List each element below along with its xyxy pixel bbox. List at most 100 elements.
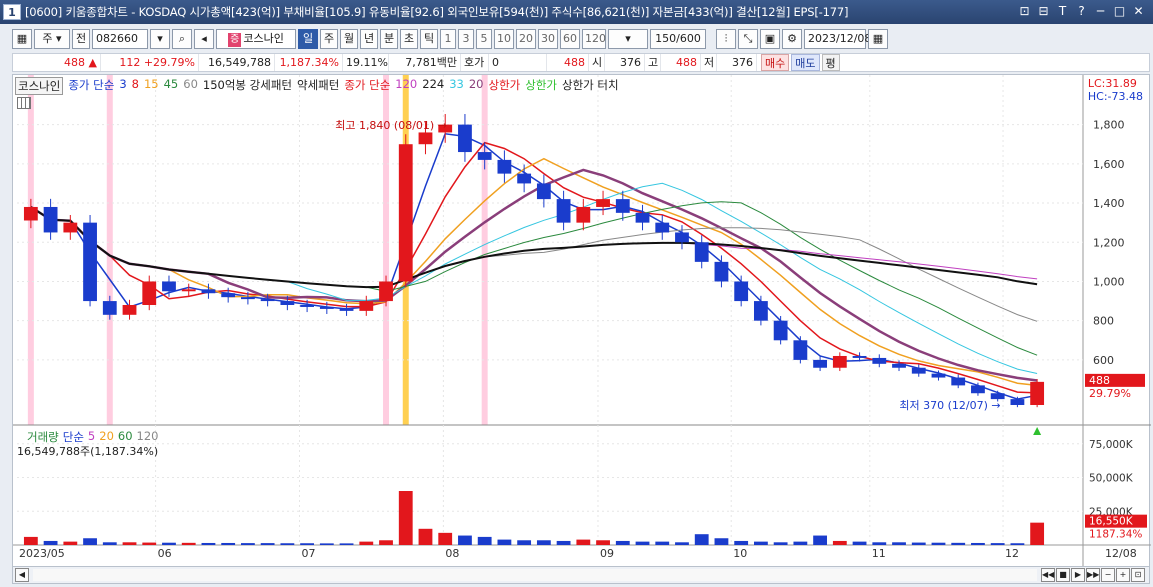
font-icon[interactable]: T — [1054, 3, 1071, 20]
min-price-label: 최저 370 (12/07) → — [899, 399, 1000, 412]
layout-icon[interactable]: ⊟ — [1035, 3, 1052, 20]
interval-30[interactable]: 30 — [538, 29, 558, 49]
tab-day[interactable]: 일 — [298, 29, 318, 49]
legend-pattern-bull: 150억봉 강세패턴 — [202, 78, 292, 92]
minimize-icon[interactable]: ─ — [1092, 3, 1109, 20]
candle-body — [398, 144, 413, 282]
time-tick-label: 06 — [158, 547, 172, 560]
interval-10[interactable]: 10 — [494, 29, 514, 49]
candle-body — [319, 306, 334, 309]
dropdown-icon[interactable]: ▾ — [150, 29, 170, 49]
legend-pattern-bear: 약세패턴 — [296, 78, 340, 92]
volume-bar — [43, 540, 58, 545]
candle-body — [655, 222, 670, 233]
window-titlebar: 1 [0600] 키움종합차트 - KOSDAQ 시가총액[423(억)] 부채… — [0, 0, 1153, 24]
volume-bar — [398, 491, 413, 545]
price-tick-label: 1,400 — [1093, 197, 1125, 210]
candle-body — [556, 199, 571, 223]
volume-bar — [83, 538, 97, 545]
tab-month[interactable]: 월 — [340, 29, 358, 49]
prev-button[interactable]: 전 — [72, 29, 90, 49]
price-tick-label: 600 — [1093, 354, 1114, 367]
legend-ma-3: 3 — [119, 77, 127, 91]
custom-interval-select[interactable]: ▾ — [608, 29, 648, 49]
interval-3[interactable]: 3 — [458, 29, 474, 49]
open-label: 시 — [589, 54, 605, 71]
stock-code-input[interactable]: 082660 — [92, 29, 148, 49]
tab-second[interactable]: 초 — [400, 29, 418, 49]
zoom-out-icon[interactable]: − — [1101, 568, 1115, 582]
time-tick-label: 12 — [1005, 547, 1019, 560]
candle-icon[interactable]: ⫶ — [716, 29, 736, 49]
volume-bar — [694, 534, 709, 545]
fit-icon[interactable]: ⊡ — [1131, 568, 1145, 582]
candle-body — [773, 320, 788, 341]
chart-area[interactable]: 코스나인 종가 단순 3 8 15 45 60 150억봉 강세패턴 약세패턴 … — [12, 74, 1151, 568]
step-back-icon[interactable]: ◀◀ — [1041, 568, 1055, 582]
count-field[interactable]: 150/600 — [650, 29, 706, 49]
play-icon[interactable]: ▶ — [1071, 568, 1085, 582]
speaker-icon[interactable]: ◂ — [194, 29, 214, 49]
table-icon[interactable] — [17, 97, 31, 109]
volume-bar — [615, 540, 630, 545]
candle-body — [813, 359, 828, 368]
candle-body — [911, 367, 926, 374]
current-price: 488 ▲ — [13, 54, 101, 71]
chart-legend: 코스나인 종가 단순 3 8 15 45 60 150억봉 강세패턴 약세패턴 … — [15, 77, 619, 95]
chart-scrollbar[interactable]: ◀ ◀◀ ■ ▶ ▶▶ − + ⊡ — [12, 566, 1150, 584]
save-icon[interactable]: ▣ — [760, 29, 780, 49]
period-select[interactable]: 주 ▾ — [34, 29, 70, 49]
volume-bar — [793, 541, 808, 545]
zoom-in-icon[interactable]: + — [1116, 568, 1130, 582]
interval-5[interactable]: 5 — [476, 29, 492, 49]
link-icon[interactable]: ⊡ — [1016, 3, 1033, 20]
maximize-icon[interactable]: □ — [1111, 3, 1128, 20]
tab-tick[interactable]: 틱 — [420, 29, 438, 49]
volume-bar — [280, 543, 295, 545]
candle-body — [260, 299, 275, 302]
interval-20[interactable]: 20 — [516, 29, 536, 49]
volume-bar — [359, 541, 374, 545]
volume-bar — [300, 543, 315, 545]
interval-120[interactable]: 120 — [582, 29, 606, 49]
tab-week[interactable]: 주 — [320, 29, 338, 49]
search-icon[interactable]: ⌕ — [172, 29, 192, 49]
time-tick-label: 11 — [872, 547, 886, 560]
high-label: 고 — [645, 54, 661, 71]
volume-bar — [379, 540, 393, 545]
candle-body — [122, 305, 137, 315]
volume-bar — [221, 542, 236, 545]
price-tick-label: 1,600 — [1093, 158, 1125, 171]
legend-ma-120: 120 — [395, 77, 418, 91]
scroll-track[interactable] — [33, 569, 1037, 581]
window-controls: ⊡ ⊟ T ? ─ □ ✕ — [1016, 3, 1147, 20]
sell-button[interactable]: 매도 — [791, 54, 820, 71]
candlestick-chart[interactable]: 1,800 1,600 1,400 1,200 1,000 800 600 75,000K 50… — [13, 75, 1151, 568]
stop-icon[interactable]: ■ — [1056, 568, 1070, 582]
buy-button[interactable]: 매수 — [761, 54, 790, 71]
step-forward-icon[interactable]: ▶▶ — [1086, 568, 1100, 582]
scroll-left-icon[interactable]: ◀ — [15, 568, 29, 582]
balance-button[interactable]: 평 — [821, 54, 840, 71]
candle-body — [201, 289, 216, 294]
calendar-icon[interactable]: ▦ — [868, 29, 888, 49]
candle-body — [892, 363, 906, 368]
gear-icon[interactable]: ⚙ — [782, 29, 802, 49]
legend-ma-8: 8 — [131, 77, 139, 91]
close-icon[interactable]: ✕ — [1130, 3, 1147, 20]
interval-1[interactable]: 1 — [440, 29, 456, 49]
layout-grid-icon[interactable]: ▦ — [12, 29, 32, 49]
candle-body — [497, 159, 512, 174]
volume-bar — [556, 540, 571, 545]
date-field[interactable]: 2023/12/08 — [804, 29, 871, 49]
interval-60[interactable]: 60 — [560, 29, 580, 49]
lc-hc-readout: LC:31.89 HC:-73.48 — [1088, 77, 1143, 103]
stock-name-field[interactable]: 증 코스나인 — [216, 29, 296, 49]
candle-body — [63, 222, 78, 233]
help-icon[interactable]: ? — [1073, 3, 1090, 20]
tab-year[interactable]: 년 — [360, 29, 378, 49]
candle-body — [240, 297, 255, 300]
tab-minute[interactable]: 분 — [380, 29, 398, 49]
tool-icon[interactable]: ⤡ — [738, 29, 758, 49]
price-change: 112 +29.79% — [101, 54, 199, 71]
